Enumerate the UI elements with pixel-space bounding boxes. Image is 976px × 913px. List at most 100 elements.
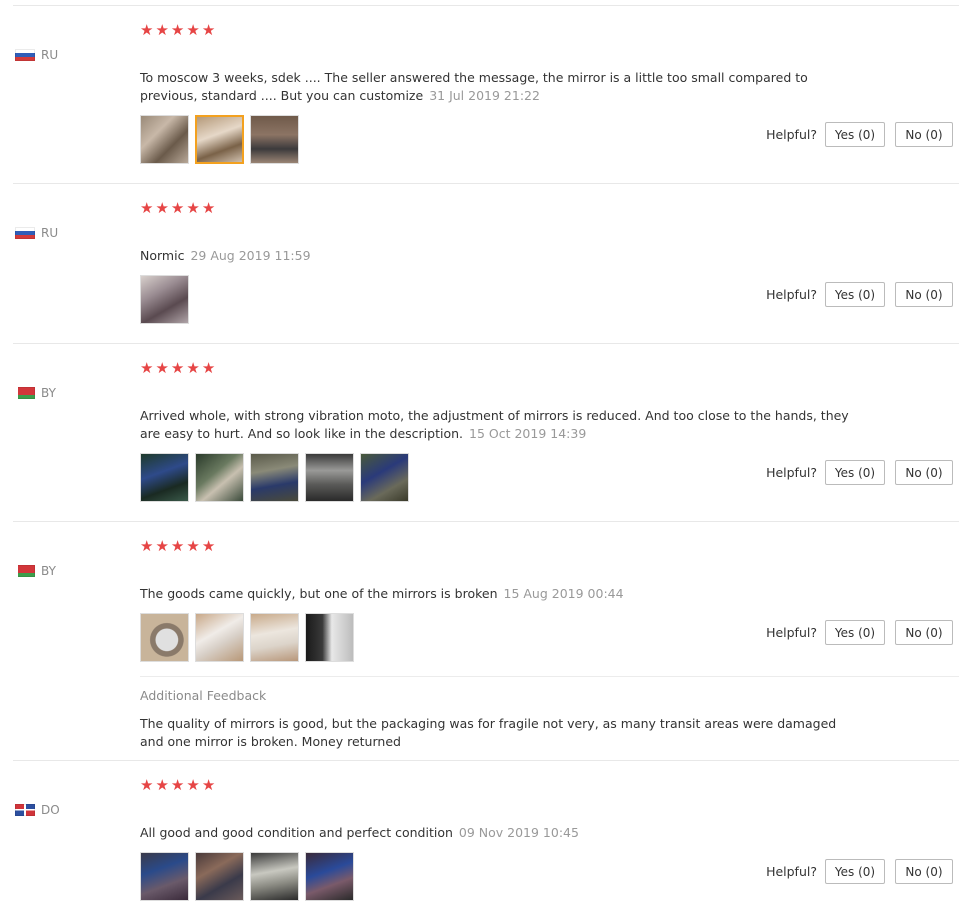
review-photo-thumbnail[interactable] <box>305 453 354 502</box>
star-icon: ★ <box>170 21 185 39</box>
star-icon: ★ <box>170 359 185 377</box>
country-code: DO <box>41 803 60 817</box>
review-photo-thumbnail[interactable] <box>140 275 189 324</box>
belarus-flag-icon <box>15 565 35 577</box>
helpful-label: Helpful? <box>766 127 817 142</box>
review-date: 15 Oct 2019 14:39 <box>469 426 587 441</box>
review-photos <box>140 613 354 662</box>
star-icon: ★ <box>186 776 200 794</box>
star-icon: ★ <box>140 359 154 377</box>
helpful-vote: Helpful? Yes (0) No (0) <box>766 122 953 147</box>
review-photos <box>140 115 299 164</box>
review-photo-thumbnail[interactable] <box>360 453 409 502</box>
helpful-no-button[interactable]: No (0) <box>895 460 953 485</box>
star-icon: ★ <box>201 537 216 555</box>
review-photo-thumbnail[interactable] <box>305 613 354 662</box>
review-photos <box>140 852 354 901</box>
review-text: Normic <box>140 248 185 263</box>
star-icon: ★ <box>170 776 185 794</box>
country-code: BY <box>41 564 56 578</box>
review-text-block: To moscow 3 weeks, sdek .... The seller … <box>140 69 860 105</box>
review-photo-thumbnail[interactable] <box>140 115 189 164</box>
reviewer-country: BY <box>15 564 56 578</box>
review-photo-thumbnail[interactable] <box>140 852 189 901</box>
review-photo-thumbnail[interactable] <box>250 115 299 164</box>
review-text-block: Arrived whole, with strong vibration mot… <box>140 407 860 443</box>
helpful-vote: Helpful? Yes (0) No (0) <box>766 460 953 485</box>
star-icon: ★ <box>170 199 185 217</box>
review-card: ★ ★ ★ ★ ★ BY The goods came quickly, but… <box>13 521 959 761</box>
star-icon: ★ <box>186 359 200 377</box>
review-photos <box>140 275 189 324</box>
star-icon: ★ <box>201 21 216 39</box>
dominican-republic-flag-icon <box>15 804 35 816</box>
country-code: RU <box>41 48 59 62</box>
star-icon: ★ <box>170 537 185 555</box>
star-icon: ★ <box>155 359 169 377</box>
review-photo-thumbnail[interactable] <box>305 852 354 901</box>
review-card: ★ ★ ★ ★ ★ DO All good and good condition… <box>13 760 959 913</box>
helpful-vote: Helpful? Yes (0) No (0) <box>766 282 953 307</box>
star-icon: ★ <box>155 537 169 555</box>
star-icon: ★ <box>140 21 154 39</box>
review-photo-thumbnail[interactable] <box>140 453 189 502</box>
star-icon: ★ <box>155 21 169 39</box>
star-rating: ★ ★ ★ ★ ★ <box>140 777 215 793</box>
helpful-no-button[interactable]: No (0) <box>895 620 953 645</box>
review-card: ★ ★ ★ ★ ★ BY Arrived whole, with strong … <box>13 343 959 522</box>
star-rating: ★ ★ ★ ★ ★ <box>140 22 215 38</box>
star-icon: ★ <box>201 359 216 377</box>
star-icon: ★ <box>186 21 200 39</box>
star-icon: ★ <box>140 199 154 217</box>
review-photo-thumbnail[interactable] <box>250 613 299 662</box>
review-text-block: The goods came quickly, but one of the m… <box>140 585 860 603</box>
review-photo-thumbnail[interactable] <box>195 852 244 901</box>
helpful-label: Helpful? <box>766 625 817 640</box>
helpful-label: Helpful? <box>766 465 817 480</box>
review-photo-thumbnail[interactable] <box>250 852 299 901</box>
review-photo-thumbnail[interactable] <box>195 115 244 164</box>
review-date: 29 Aug 2019 11:59 <box>190 248 311 263</box>
review-text-block: Normic 29 Aug 2019 11:59 <box>140 247 860 265</box>
star-rating: ★ ★ ★ ★ ★ <box>140 360 215 376</box>
helpful-label: Helpful? <box>766 864 817 879</box>
star-icon: ★ <box>186 199 200 217</box>
helpful-yes-button[interactable]: Yes (0) <box>825 460 885 485</box>
reviewer-country: RU <box>15 48 58 62</box>
review-date: 09 Nov 2019 10:45 <box>458 825 579 840</box>
helpful-no-button[interactable]: No (0) <box>895 282 953 307</box>
helpful-vote: Helpful? Yes (0) No (0) <box>766 859 953 884</box>
star-icon: ★ <box>201 199 216 217</box>
review-text-block: All good and good condition and perfect … <box>140 824 860 842</box>
russia-flag-icon <box>15 227 35 239</box>
country-code: BY <box>41 386 56 400</box>
review-photo-thumbnail[interactable] <box>250 453 299 502</box>
star-icon: ★ <box>140 537 154 555</box>
helpful-no-button[interactable]: No (0) <box>895 122 953 147</box>
review-date: 31 Jul 2019 21:22 <box>429 88 540 103</box>
helpful-yes-button[interactable]: Yes (0) <box>825 620 885 645</box>
review-photo-thumbnail[interactable] <box>140 613 189 662</box>
review-card: ★ ★ ★ ★ ★ RU Normic 29 Aug 2019 11:59 Hel… <box>13 183 959 344</box>
reviewer-country: DO <box>15 803 60 817</box>
helpful-label: Helpful? <box>766 287 817 302</box>
additional-feedback-divider <box>140 676 959 677</box>
star-icon: ★ <box>201 776 216 794</box>
review-date: 15 Aug 2019 00:44 <box>503 586 624 601</box>
helpful-yes-button[interactable]: Yes (0) <box>825 859 885 884</box>
star-icon: ★ <box>140 776 154 794</box>
review-text: The goods came quickly, but one of the m… <box>140 586 498 601</box>
review-photo-thumbnail[interactable] <box>195 453 244 502</box>
star-rating: ★ ★ ★ ★ ★ <box>140 538 215 554</box>
review-photo-thumbnail[interactable] <box>195 613 244 662</box>
review-card: ★ ★ ★ ★ ★ RU To moscow 3 weeks, sdek ...… <box>13 5 959 184</box>
helpful-vote: Helpful? Yes (0) No (0) <box>766 620 953 645</box>
country-code: RU <box>41 226 59 240</box>
additional-feedback-text: The quality of mirrors is good, but the … <box>140 716 837 749</box>
helpful-no-button[interactable]: No (0) <box>895 859 953 884</box>
belarus-flag-icon <box>15 387 35 399</box>
helpful-yes-button[interactable]: Yes (0) <box>825 282 885 307</box>
reviewer-country: BY <box>15 386 56 400</box>
helpful-yes-button[interactable]: Yes (0) <box>825 122 885 147</box>
star-icon: ★ <box>155 199 169 217</box>
